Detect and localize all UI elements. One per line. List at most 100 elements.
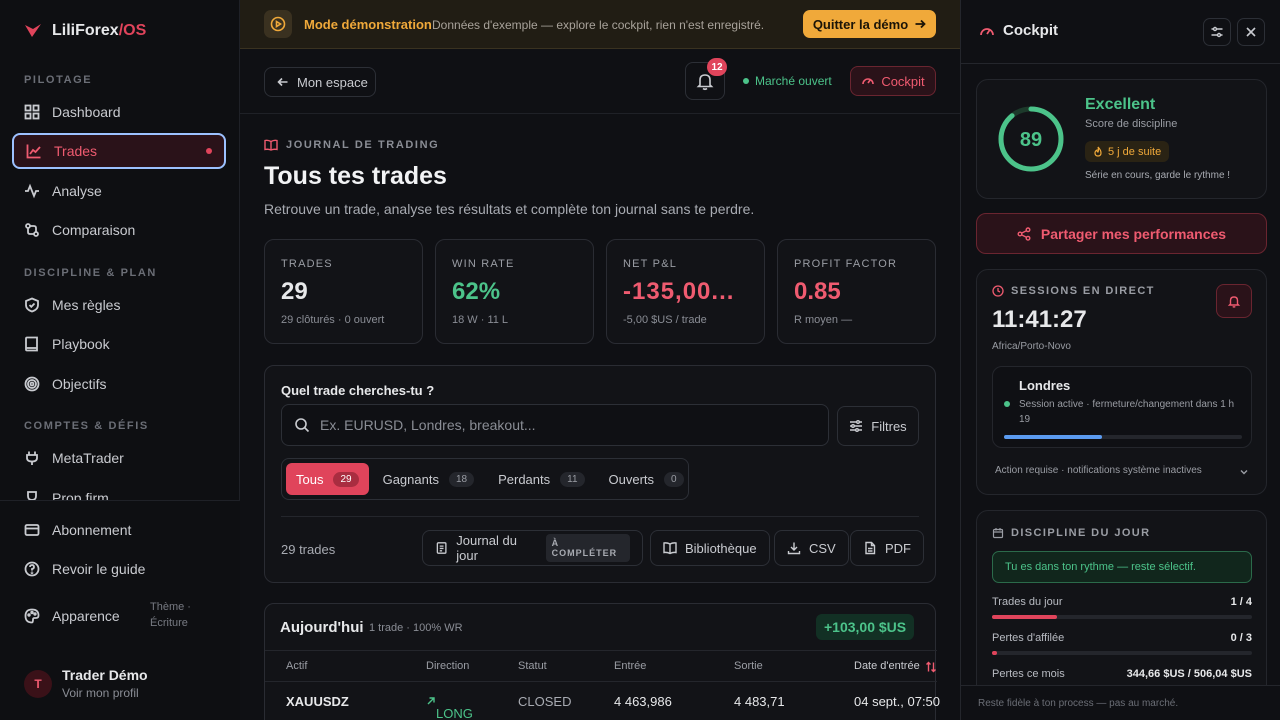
demo-banner-desc: Données d'exemple — explore le cockpit, … — [432, 18, 765, 32]
tab-ouverts[interactable]: Ouverts 0 — [599, 463, 694, 495]
cell-exit: 4 483,71 — [734, 694, 785, 709]
download-icon — [787, 542, 801, 555]
score-ring: 89 — [998, 106, 1064, 172]
share-performance-button[interactable]: Partager mes performances — [976, 213, 1267, 254]
sidebar-item-label: Analyse — [52, 183, 102, 199]
session-desc: Session active · fermeture/changement da… — [1019, 399, 1235, 425]
notification-count-badge: 12 — [707, 58, 727, 76]
journal-label: Journal du jour — [456, 533, 517, 563]
column-header[interactable]: Actif — [286, 660, 307, 672]
sidebar-item-playbook[interactable]: Playbook — [12, 326, 226, 362]
discipline-message: Tu es dans ton rythme — reste sélectif. — [992, 551, 1252, 583]
panel-close-button[interactable] — [1237, 18, 1265, 46]
cell-entry: 4 463,986 — [614, 694, 672, 709]
tab-count: 29 — [333, 471, 359, 487]
pdf-label: PDF — [885, 540, 911, 556]
day-group-card: Aujourd'hui 1 trade · 100% WR +103,00 $U… — [264, 603, 940, 720]
sidebar-item-comparaison[interactable]: Comparaison — [12, 212, 226, 248]
metric-bar — [992, 651, 1252, 655]
sidebar-item-label: Objectifs — [52, 376, 107, 392]
csv-export-button[interactable]: CSV — [774, 530, 849, 566]
sidebar-item-objectifs[interactable]: Objectifs — [12, 366, 226, 402]
session-alerts-button[interactable] — [1216, 284, 1252, 318]
sidebar-item-mes-regles[interactable]: Mes règles — [12, 287, 226, 323]
sidebar-item-dashboard[interactable]: Dashboard — [12, 94, 226, 130]
back-button[interactable]: Mon espace — [264, 67, 376, 97]
library-label: Bibliothèque — [685, 540, 757, 556]
day-pnl-badge: +103,00 $US — [816, 614, 915, 640]
journal-du-jour-button[interactable]: Journal du jour À COMPLÉTER — [422, 530, 643, 566]
tab-label: Perdants — [498, 471, 551, 487]
tab-gagnants[interactable]: Gagnants 18 — [373, 463, 485, 495]
profile-link[interactable]: Voir mon profil — [62, 686, 148, 700]
sidebar-item-trades[interactable]: Trades — [12, 133, 226, 169]
quit-demo-button[interactable]: Quitter la démo — [803, 10, 936, 38]
sidebar-item-abonnement[interactable]: Abonnement — [12, 512, 226, 548]
day-sub: 1 trade · 100% WR — [369, 622, 463, 634]
bell-icon — [1227, 296, 1241, 308]
column-header[interactable]: Statut — [518, 660, 547, 672]
column-header[interactable]: Entrée — [614, 660, 646, 672]
discipline-eyebrow-label: DISCIPLINE DU JOUR — [1011, 527, 1151, 539]
metric-pertes-affilee: Pertes d'affilée 0 / 3 — [992, 632, 1252, 655]
tab-perdants[interactable]: Perdants 11 — [488, 463, 594, 495]
sidebar-item-label: Mes règles — [52, 297, 121, 313]
profile-block[interactable]: T Trader Démo Voir mon profil — [24, 667, 148, 700]
target-icon — [24, 376, 40, 392]
plug-icon — [26, 451, 38, 465]
sidebar-item-guide[interactable]: Revoir le guide — [12, 551, 226, 587]
stat-card-net-pnl: NET P&L -135,00... -5,00 $US / trade — [606, 239, 765, 344]
panel-settings-button[interactable] — [1203, 18, 1231, 46]
market-status-dot — [743, 78, 749, 84]
sidebar-item-metatrader[interactable]: MetaTrader — [12, 440, 226, 476]
tab-label: Gagnants — [382, 471, 439, 487]
close-icon — [1246, 27, 1256, 37]
quit-demo-label: Quitter la démo — [812, 16, 909, 32]
demo-banner: Mode démonstration Données d'exemple — e… — [240, 0, 960, 49]
sliders-icon — [850, 420, 863, 432]
sidebar-item-apparence[interactable]: Apparence — [12, 598, 142, 634]
brand-logo[interactable]: LiliForex/OS — [24, 22, 146, 40]
tab-label: Tous — [296, 471, 324, 487]
sliders-icon — [1211, 26, 1223, 38]
sidebar-item-label: Apparence — [52, 608, 120, 624]
cockpit-button[interactable]: Cockpit — [850, 66, 936, 96]
cell-direction-label: LONG — [436, 706, 473, 720]
flame-icon — [1094, 146, 1102, 157]
file-text-icon — [865, 541, 876, 555]
trade-count: 29 trades — [281, 542, 336, 557]
table-row[interactable]: XAUUSDZ LONG CLOSED 4 463,986 4 483,71 0… — [265, 682, 940, 720]
panel-footer: Reste fidèle à ton process — pas au marc… — [961, 685, 1280, 720]
column-header-sorted[interactable]: Date d'entrée — [854, 660, 920, 672]
column-header[interactable]: Direction — [426, 660, 469, 672]
page-eyebrow-label: JOURNAL DE TRADING — [286, 139, 440, 151]
metric-trades-du-jour: Trades du jour 1 / 4 — [992, 596, 1252, 619]
metric-value: 1 / 4 — [1230, 596, 1252, 608]
cockpit-label: Cockpit — [881, 73, 925, 89]
brand-name: LiliForex — [52, 22, 119, 39]
library-button[interactable]: Bibliothèque — [650, 530, 770, 566]
filters-label: Filtres — [871, 418, 907, 434]
arrow-right-icon — [915, 19, 926, 29]
live-clock: 11:41:27 — [992, 306, 1087, 333]
gauge-icon — [980, 27, 994, 35]
sessions-eyebrow-label: SESSIONS EN DIRECT — [1011, 285, 1155, 297]
stat-label: NET P&L — [623, 258, 678, 270]
streak-sub: Série en cours, garde le rythme ! — [1085, 170, 1231, 181]
arrow-left-icon — [277, 77, 288, 87]
column-header[interactable]: Sortie — [734, 660, 763, 672]
notifications-action[interactable]: Action requise · notifications système i… — [995, 465, 1255, 476]
pdf-export-button[interactable]: PDF — [850, 530, 924, 566]
stat-sub: R moyen — — [794, 314, 853, 326]
filters-button[interactable]: Filtres — [837, 406, 919, 446]
tab-tous[interactable]: Tous 29 — [286, 463, 369, 495]
metric-bar-fill — [992, 651, 998, 655]
gauge-icon — [862, 78, 875, 85]
compare-icon — [25, 223, 39, 237]
share-icon — [1017, 226, 1031, 241]
stat-label: PROFIT FACTOR — [794, 258, 898, 270]
search-input[interactable]: Ex. EURUSD, Londres, breakout... — [281, 404, 829, 446]
search-question: Quel trade cherches-tu ? — [281, 383, 435, 398]
sort-icon[interactable] — [925, 661, 937, 673]
sidebar-item-analyse[interactable]: Analyse — [12, 173, 226, 209]
